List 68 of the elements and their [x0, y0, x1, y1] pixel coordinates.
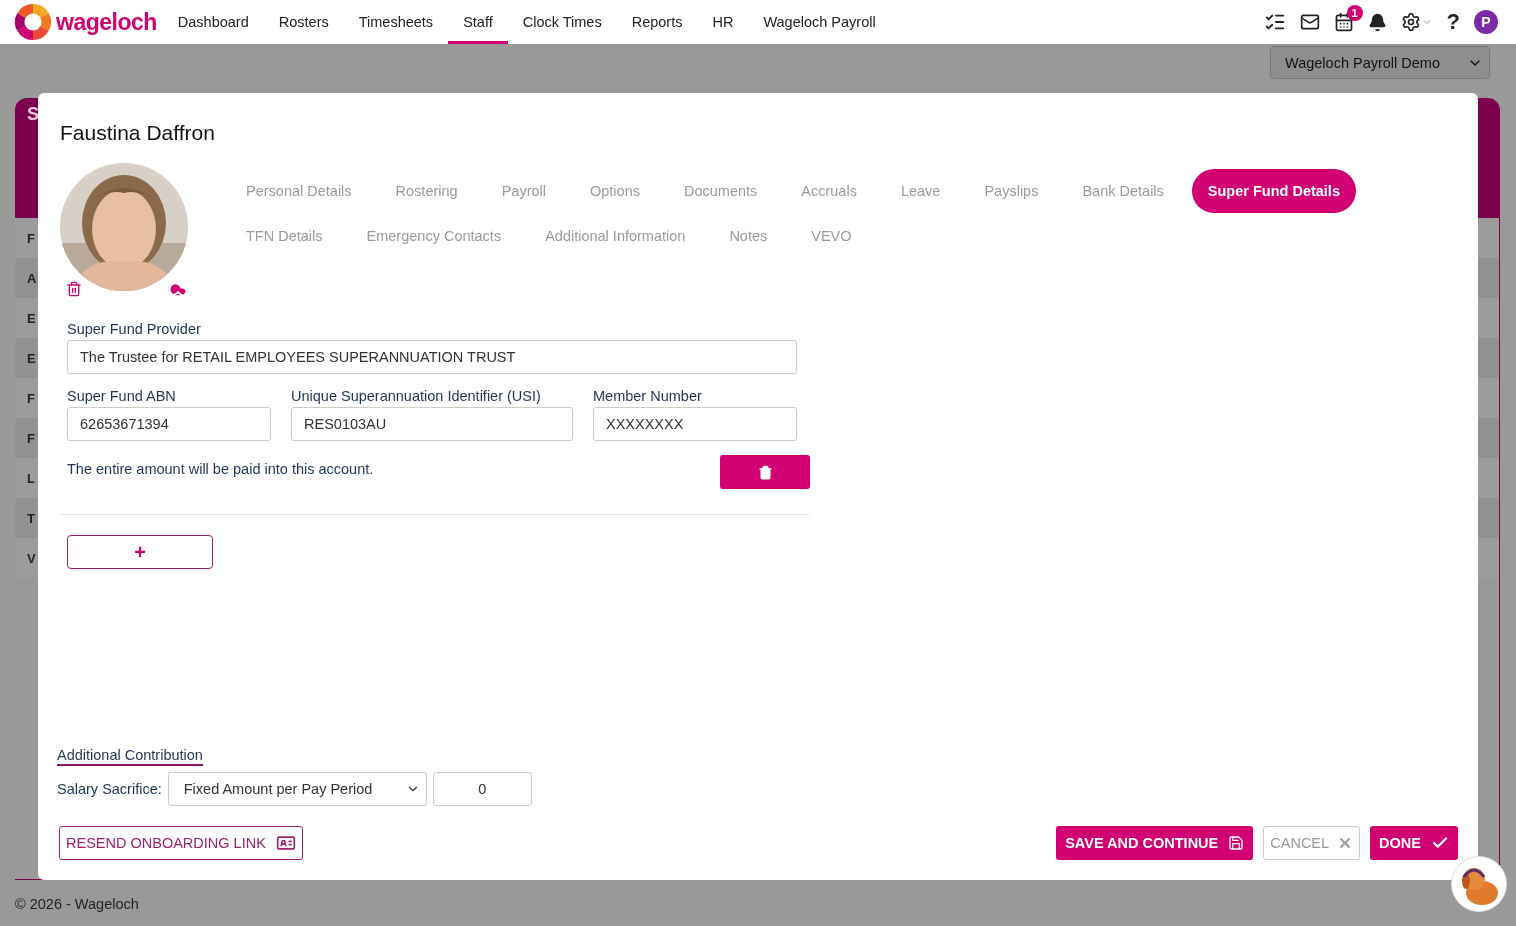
row-text: F: [27, 390, 35, 406]
tab[interactable]: Notes: [713, 214, 784, 258]
tab[interactable]: TFN Details: [230, 214, 339, 258]
nav-link[interactable]: HR: [697, 0, 749, 44]
settings-icon[interactable]: [1400, 12, 1433, 32]
note-text: The entire amount will be paid into this account.: [67, 461, 374, 477]
row-text: T: [27, 510, 35, 526]
trash-icon: [757, 464, 773, 480]
nav-link[interactable]: Staff: [448, 0, 508, 44]
done-button[interactable]: DONE: [1370, 826, 1458, 860]
nav-link[interactable]: Rosters: [263, 0, 344, 44]
nav-link[interactable]: Wageloch Payroll: [748, 0, 891, 44]
mail-icon[interactable]: [1299, 12, 1320, 32]
input-field[interactable]: RES0103AU: [291, 407, 573, 441]
input-field[interactable]: XXXXXXXX: [593, 407, 797, 441]
row-text: E: [27, 310, 36, 326]
row-text: A: [27, 270, 37, 286]
tab[interactable]: Documents: [667, 169, 774, 213]
dialog-title: Faustina Daffron: [60, 121, 216, 145]
brand-name[interactable]: wageloch: [56, 8, 157, 36]
nav-link[interactable]: Timesheets: [343, 0, 449, 44]
add-button[interactable]: +: [67, 535, 213, 569]
nav-link[interactable]: Reports: [616, 0, 698, 44]
row-text: E: [27, 350, 36, 366]
tab[interactable]: Emergency Contacts: [350, 214, 518, 258]
tab[interactable]: Rostering: [379, 169, 474, 213]
tab[interactable]: Additional Information: [529, 214, 702, 258]
resend-button[interactable]: RESEND ONBOARDING LINK: [59, 826, 303, 860]
tab[interactable]: Super Fund Details: [1191, 169, 1356, 213]
nav-link[interactable]: Clock Times: [507, 0, 617, 44]
input-field[interactable]: 62653671394: [67, 407, 271, 441]
panel-title: S: [27, 104, 39, 124]
field-label: Super Fund ABN: [67, 388, 177, 404]
field-label: Salary Sacrifice:: [57, 781, 162, 797]
tab[interactable]: Personal Details: [230, 169, 368, 213]
id-card-icon: [275, 833, 296, 853]
input-field[interactable]: The Trustee for RETAIL EMPLOYEES SUPERANNUATION TRUST: [67, 340, 797, 374]
save-icon: [1228, 835, 1245, 851]
logo-icon: [14, 3, 52, 41]
type-select[interactable]: Fixed Amount per Pay Period: [167, 772, 427, 806]
row-text: F: [27, 230, 35, 246]
section-heading: Additional Contribution: [57, 747, 203, 766]
notification-badge: 1: [1346, 5, 1363, 21]
row-text: F: [27, 430, 35, 446]
help-button[interactable]: ?: [1446, 9, 1460, 35]
field-label: Member Number: [593, 388, 703, 404]
company-select[interactable]: Wageloch Payroll Demo: [1270, 46, 1490, 79]
tab[interactable]: Accruals: [785, 169, 873, 213]
save-button[interactable]: SAVE AND CONTINUE: [1056, 826, 1254, 860]
delete-button[interactable]: [720, 455, 810, 489]
field-label: Unique Superannuation Identifier (USI): [291, 388, 542, 404]
tab[interactable]: Options: [573, 169, 656, 213]
user-avatar[interactable]: P: [1474, 10, 1498, 34]
tab[interactable]: Payroll: [485, 169, 562, 213]
nav-link[interactable]: Dashboard: [162, 0, 264, 44]
cancel-button[interactable]: CANCEL: [1263, 826, 1361, 860]
tab[interactable]: Leave: [884, 169, 957, 213]
calendar-icon[interactable]: [1333, 12, 1354, 32]
bell-icon[interactable]: [1367, 12, 1387, 32]
tab[interactable]: VEVO: [795, 214, 868, 258]
tab[interactable]: Payslips: [968, 169, 1055, 213]
chat-button[interactable]: [1451, 856, 1507, 912]
copyright-text: © 2026 - Wageloch: [15, 896, 139, 912]
row-text: V: [27, 550, 36, 566]
tab[interactable]: Bank Details: [1066, 169, 1180, 213]
field-label: Super Fund Provider: [67, 321, 202, 337]
row-text: L: [27, 470, 35, 486]
amount-field[interactable]: 0: [432, 772, 532, 806]
